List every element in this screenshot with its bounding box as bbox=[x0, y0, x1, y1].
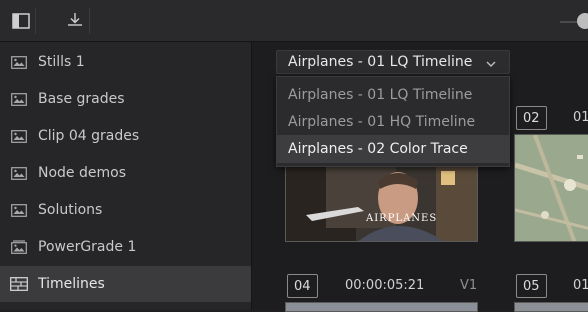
sidebar-item-label: Solutions bbox=[38, 202, 103, 218]
sidebar-item-label: Clip 04 grades bbox=[38, 128, 140, 144]
album-sidebar: Stills 1 Base grades Clip 04 grades Node… bbox=[0, 42, 252, 310]
sidebar-item-stills-1[interactable]: Stills 1 bbox=[0, 44, 251, 80]
zoom-slider-handle[interactable] bbox=[577, 13, 588, 29]
sidebar-item-clip-04-grades[interactable]: Clip 04 grades bbox=[0, 118, 251, 154]
sidebar-item-label: PowerGrade 1 bbox=[38, 239, 137, 255]
clip-track-label: 01 bbox=[573, 110, 588, 125]
sidebar-item-powergrade-1[interactable]: PowerGrade 1 bbox=[0, 229, 251, 265]
aerial-airport-image bbox=[515, 135, 588, 241]
clip-thumbnail-partial[interactable] bbox=[514, 302, 588, 312]
timeline-select-value: Airplanes - 01 LQ Timeline bbox=[288, 54, 473, 70]
sidebar-item-base-grades[interactable]: Base grades bbox=[0, 81, 251, 117]
sidebar-item-label: Base grades bbox=[38, 91, 125, 107]
timeline-select[interactable]: Airplanes - 01 LQ Timeline bbox=[276, 50, 510, 74]
clip-number-badge: 05 bbox=[516, 274, 547, 298]
clip-track-label: V1 bbox=[460, 278, 478, 293]
timeline-option[interactable]: Airplanes - 01 LQ Timeline bbox=[277, 81, 509, 109]
clip-number-badge: 02 bbox=[516, 106, 547, 130]
import-icon bbox=[67, 12, 83, 30]
thumbnail-title-text: AIRPLANES bbox=[366, 213, 438, 224]
toolbar bbox=[0, 0, 588, 42]
powergrade-album-icon bbox=[10, 240, 28, 254]
timeline-option[interactable]: Airplanes - 01 HQ Timeline bbox=[277, 108, 509, 136]
import-button[interactable] bbox=[60, 8, 90, 34]
still-album-icon bbox=[10, 203, 28, 217]
clip-thumbnail-partial[interactable] bbox=[285, 302, 478, 312]
sidebar-item-timelines[interactable]: Timelines bbox=[0, 266, 251, 302]
chevron-down-icon bbox=[485, 57, 497, 73]
sidebar-item-label: Node demos bbox=[38, 165, 126, 181]
clip-timecode: 00:00:05:21 bbox=[345, 278, 425, 293]
still-album-icon bbox=[10, 55, 28, 69]
clip-track-label: 01 bbox=[573, 278, 588, 293]
timeline-option-highlighted[interactable]: Airplanes - 02 Color Trace bbox=[277, 135, 509, 163]
sidebar-item-solutions[interactable]: Solutions bbox=[0, 192, 251, 228]
sidebar-item-node-demos[interactable]: Node demos bbox=[0, 155, 251, 191]
sidebar-toggle-icon bbox=[11, 13, 30, 29]
sidebar-toggle-button[interactable] bbox=[6, 8, 36, 34]
sidebar-item-label: Stills 1 bbox=[38, 54, 85, 70]
timeline-icon bbox=[10, 277, 28, 291]
still-album-icon bbox=[10, 166, 28, 180]
still-album-icon bbox=[10, 92, 28, 106]
timeline-dropdown-menu: Airplanes - 01 LQ Timeline Airplanes - 0… bbox=[276, 76, 510, 167]
sidebar-item-label: Timelines bbox=[38, 276, 105, 292]
still-album-icon bbox=[10, 129, 28, 143]
clip-thumbnail-aerial[interactable] bbox=[514, 134, 588, 242]
clip-number-badge: 04 bbox=[287, 274, 318, 298]
